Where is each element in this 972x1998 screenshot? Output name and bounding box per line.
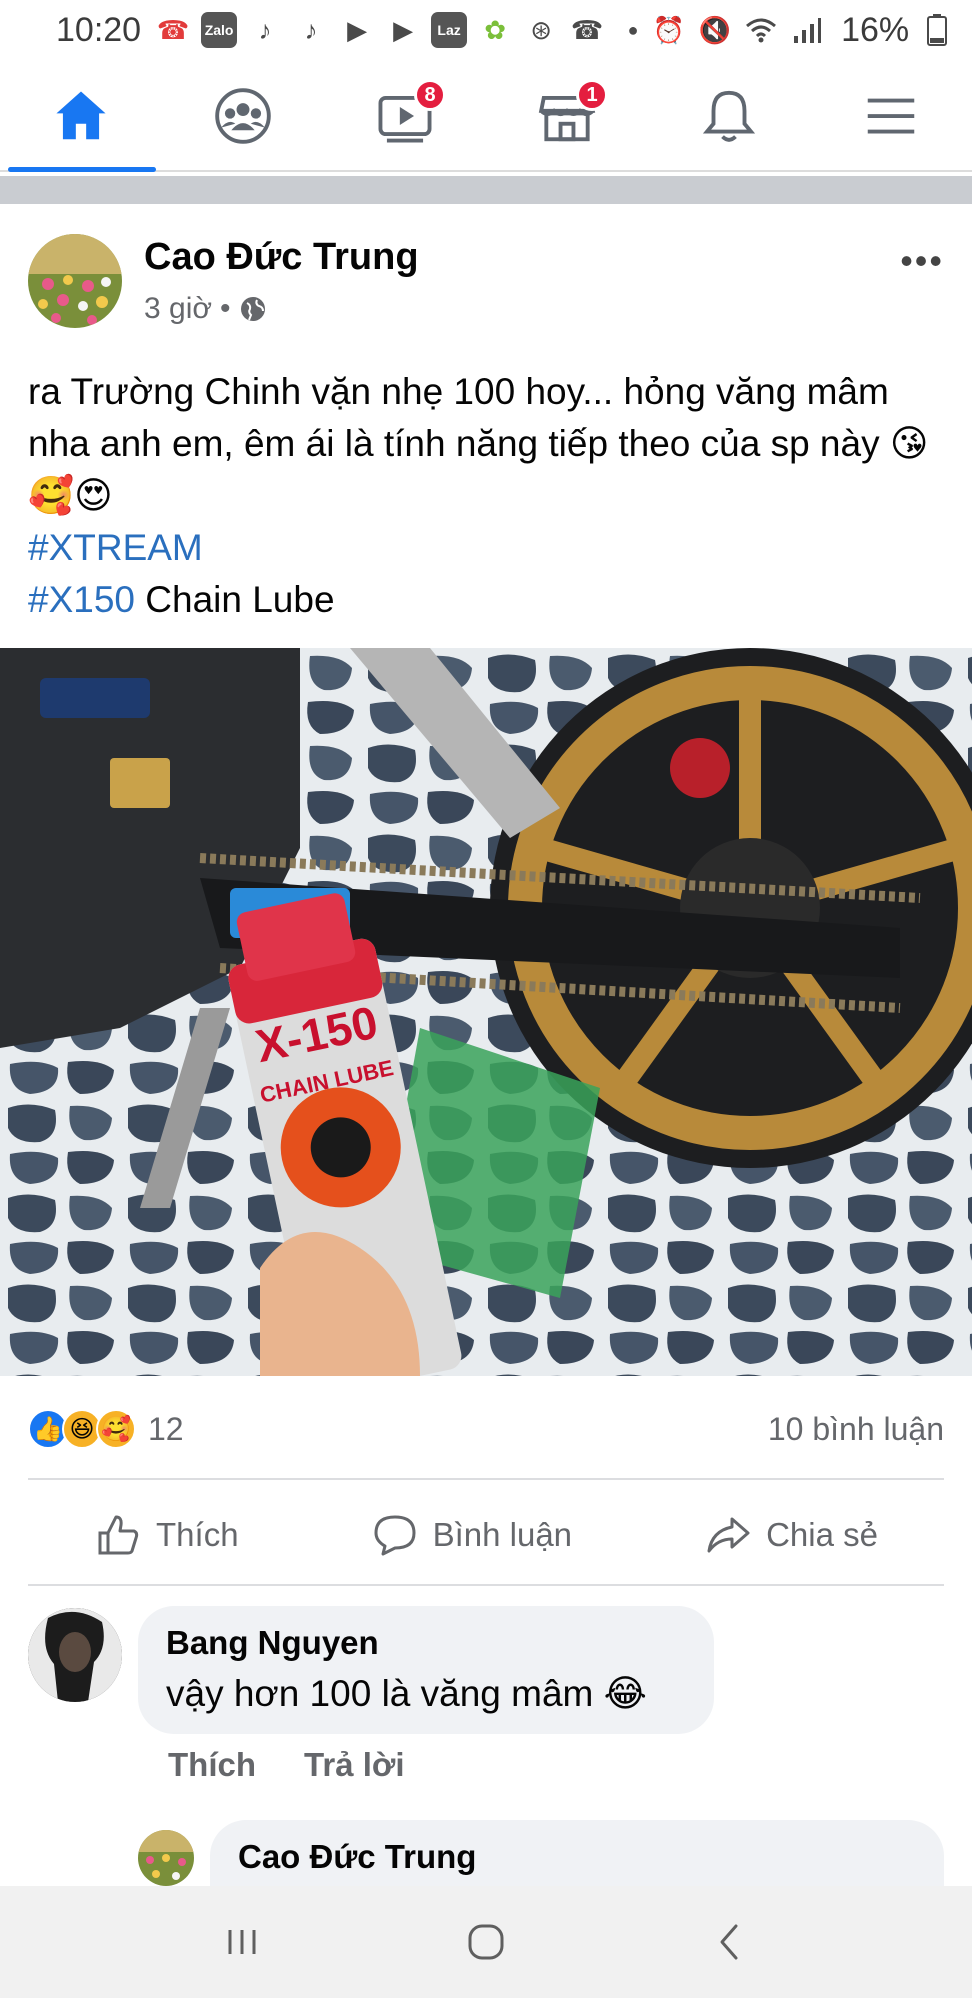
hashtag-x150[interactable]: #X150 xyxy=(28,579,135,620)
post-text-tail: Chain Lube xyxy=(135,579,335,620)
status-time: 10:20 xyxy=(56,10,142,49)
divider xyxy=(28,1584,944,1586)
tab-bar: 8 1 xyxy=(0,62,972,172)
comment-icon xyxy=(374,1515,416,1556)
post-text: ra Trường Chinh vặn nhẹ 100 hoy... hỏng … xyxy=(28,366,948,626)
author-avatar[interactable] xyxy=(28,234,122,328)
comment-count[interactable]: 10 bình luận xyxy=(768,1411,944,1448)
watch-badge: 8 xyxy=(414,79,446,111)
wifi-icon xyxy=(743,12,779,48)
system-nav-bar xyxy=(0,1886,972,1998)
comment-reply-button[interactable]: Trả lời xyxy=(304,1746,405,1784)
post-more-button[interactable]: ••• xyxy=(900,240,944,282)
comment-emoji: 😂 xyxy=(603,1673,647,1714)
comment-body: vậy hơn 100 là văng mâm xyxy=(166,1673,594,1714)
tiktok-icon: ♪ xyxy=(258,14,272,45)
like-button[interactable]: Thích xyxy=(94,1511,239,1559)
reaction-count: 12 xyxy=(148,1410,184,1447)
thumbs-up-icon xyxy=(98,1515,139,1555)
comment-label: Bình luận xyxy=(432,1516,573,1553)
tab-notifications[interactable] xyxy=(684,71,774,161)
post-meta: 3 giờ • xyxy=(144,292,267,326)
reactions-summary[interactable]: 👍 😆 🥰 12 10 bình luận xyxy=(28,1404,944,1454)
comment-text: vậy hơn 100 là văng mâm 😂 xyxy=(166,1672,686,1715)
missed-call-icon: ☎ xyxy=(156,14,190,45)
missed-call-icon: ☎ xyxy=(570,14,604,45)
app-icon: ✿ xyxy=(484,14,506,45)
home-circle-icon[interactable] xyxy=(464,1920,508,1964)
commenter-avatar[interactable] xyxy=(28,1608,122,1702)
post-actions: Thích Bình luận Chia sẻ xyxy=(28,1490,944,1580)
like-label: Thích xyxy=(156,1516,239,1553)
globe-icon xyxy=(240,297,265,321)
back-icon[interactable] xyxy=(708,1920,752,1964)
post-body: ra Trường Chinh vặn nhẹ 100 hoy... hỏng … xyxy=(28,371,889,464)
post-author-name[interactable]: Cao Đức Trung xyxy=(144,236,419,279)
comment-like-button[interactable]: Thích xyxy=(168,1746,256,1784)
post-time[interactable]: 3 giờ xyxy=(144,292,212,326)
post-photo[interactable]: X-150 CHAIN LUBE xyxy=(0,648,972,1376)
post-header: Cao Đức Trung 3 giờ • ••• xyxy=(28,232,944,332)
comment-author[interactable]: Bang Nguyen xyxy=(166,1624,686,1662)
comment-button[interactable]: Bình luận xyxy=(371,1511,572,1559)
tab-groups[interactable] xyxy=(198,71,288,161)
tab-menu[interactable] xyxy=(846,71,936,161)
lazada-icon: Laz xyxy=(431,12,468,48)
home-icon xyxy=(56,91,106,140)
battery-icon xyxy=(919,12,955,48)
signal-icon xyxy=(789,12,825,48)
reply-avatar[interactable] xyxy=(138,1830,194,1886)
comment-actions: Thích Trả lời xyxy=(168,1746,405,1784)
alarm-icon: ⏰ xyxy=(652,14,686,45)
zalo-icon: Zalo xyxy=(201,12,238,48)
care-icon: 🥰 xyxy=(96,1409,136,1449)
share-icon xyxy=(707,1517,750,1553)
dot-icon: ● xyxy=(627,19,639,40)
tab-watch[interactable]: 8 xyxy=(360,71,450,161)
comment-bubble[interactable]: Bang Nguyen vậy hơn 100 là văng mâm 😂 xyxy=(138,1606,714,1734)
bell-icon xyxy=(702,90,756,142)
hashtag-xtream[interactable]: #XTREAM xyxy=(28,527,203,568)
app-icon: ⊛ xyxy=(530,14,552,45)
groups-icon xyxy=(215,88,271,144)
notification-icons: ☎ Zalo ♪ ♪ ▶ ▶ Laz ✿ ⊛ ☎ ● xyxy=(155,12,651,48)
divider xyxy=(28,1478,944,1480)
marketplace-badge: 1 xyxy=(576,79,608,111)
recents-icon[interactable] xyxy=(220,1920,264,1964)
youtube-icon: ▶ xyxy=(393,14,414,45)
reaction-icons: 👍 😆 🥰 xyxy=(28,1409,136,1449)
status-bar: 10:20 ☎ Zalo ♪ ♪ ▶ ▶ Laz ✿ ⊛ ☎ ● ⏰ 🔇 16% xyxy=(0,0,972,60)
share-label: Chia sẻ xyxy=(766,1516,878,1553)
reply-author[interactable]: Cao Đức Trung xyxy=(238,1838,916,1876)
system-status-icons: ⏰ 🔇 16% xyxy=(651,11,955,50)
share-button[interactable]: Chia sẻ xyxy=(704,1511,878,1559)
meta-separator: • xyxy=(220,292,231,325)
menu-icon xyxy=(867,98,915,134)
mute-icon: 🔇 xyxy=(698,14,732,45)
tab-marketplace[interactable]: 1 xyxy=(522,71,612,161)
youtube-icon: ▶ xyxy=(347,14,368,45)
battery-percent: 16% xyxy=(841,10,910,49)
active-tab-indicator xyxy=(8,167,156,172)
feed-separator xyxy=(0,176,972,204)
tab-home[interactable] xyxy=(36,71,126,161)
tiktok-icon: ♪ xyxy=(304,14,318,45)
